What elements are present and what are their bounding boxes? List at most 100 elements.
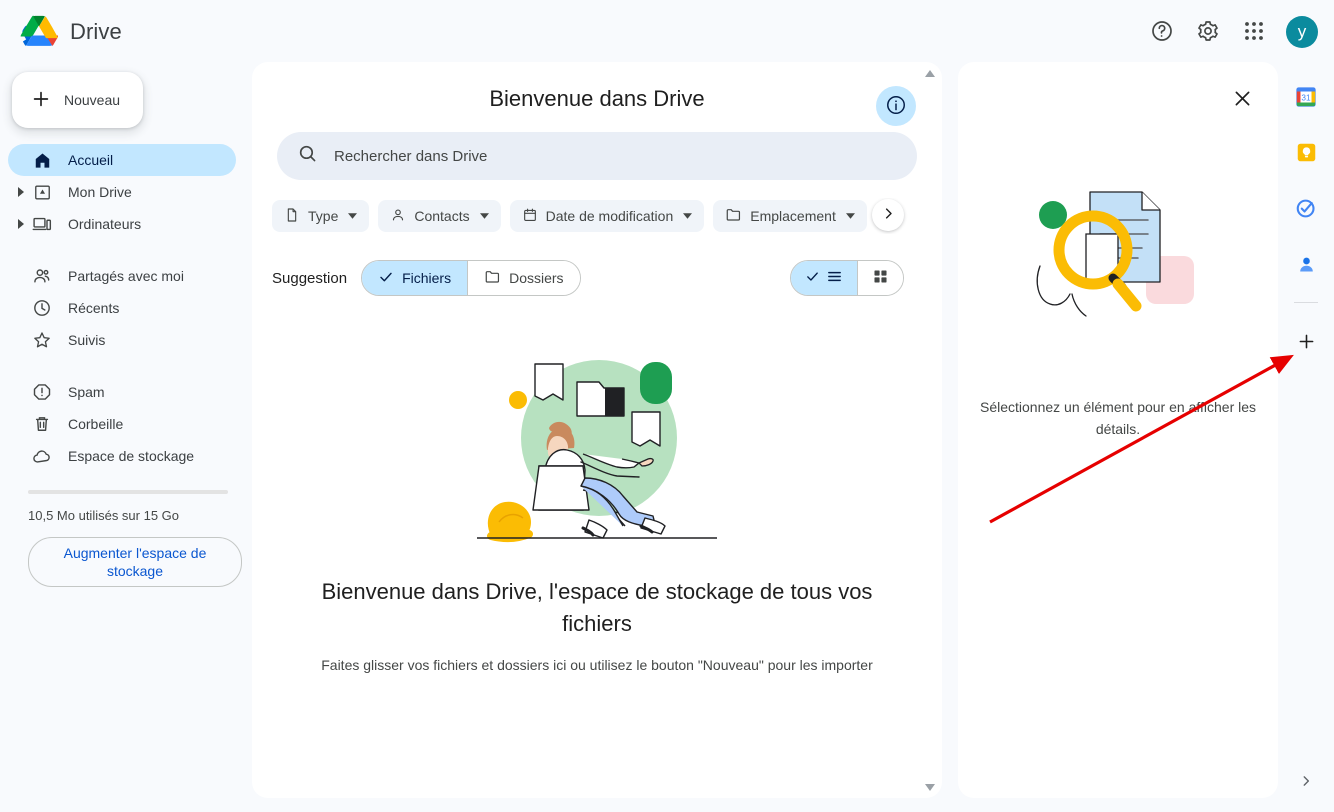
info-circle-icon (885, 94, 907, 119)
grid-view-icon (872, 268, 889, 288)
grid-view-button[interactable] (857, 261, 903, 295)
apps-grid-icon (1243, 20, 1265, 45)
calendar-icon (522, 207, 538, 226)
chip-label: Contacts (414, 208, 470, 224)
details-panel: Sélectionnez un élément pour en afficher… (958, 62, 1278, 798)
storage-usage-text: 10,5 Mo utilisés sur 15 Go (28, 508, 180, 523)
list-view-button[interactable] (791, 261, 857, 295)
search-icon (297, 143, 318, 169)
new-button-label: Nouveau (64, 92, 121, 108)
file-icon (284, 207, 300, 226)
search-box[interactable] (277, 132, 917, 180)
rail-item-calendar[interactable]: 31 (1286, 78, 1326, 118)
segment-label: Fichiers (402, 270, 452, 286)
person-with-laptop-illustration (477, 360, 717, 543)
chevron-right-icon[interactable] (16, 219, 26, 229)
info-button[interactable] (876, 86, 916, 126)
sidebar-item-partages-avec-moi[interactable]: Partagés avec moi (8, 260, 236, 292)
sidebar-secondary-group: Partagés avec moi Récents Suivis (0, 260, 252, 356)
google-tasks-icon (1296, 198, 1317, 222)
upgrade-storage-button[interactable]: Augmenter l'espace de stockage (28, 537, 242, 587)
plus-icon (30, 88, 52, 113)
empty-state-title: Bienvenue dans Drive, l'espace de stocka… (321, 579, 873, 636)
app-title: Drive (70, 19, 122, 44)
search-input[interactable] (334, 147, 897, 165)
rail-item-keep[interactable] (1286, 134, 1326, 174)
chevron-right-icon (881, 206, 896, 224)
clock-icon (32, 298, 52, 318)
check-icon (805, 269, 820, 287)
avatar[interactable]: y (1286, 16, 1318, 48)
my-drive-icon (32, 182, 52, 202)
close-details-button[interactable] (1222, 80, 1262, 120)
rail-divider (1294, 302, 1318, 303)
google-apps-button[interactable] (1234, 12, 1274, 52)
sidebar-item-accueil[interactable]: Accueil (8, 144, 236, 176)
sidebar-tertiary-group: Spam Corbeille Espace de stockage (0, 376, 252, 472)
sidebar-item-label: Accueil (68, 152, 114, 168)
sidebar-primary-group: Accueil Mon Drive Ordinateurs (0, 144, 252, 240)
settings-button[interactable] (1188, 12, 1228, 52)
check-icon (378, 269, 394, 288)
list-view-icon (826, 268, 843, 288)
plus-icon (1296, 331, 1317, 355)
rail-item-contacts[interactable] (1286, 246, 1326, 286)
empty-state-subtitle: Faites glisser vos fichiers et dossiers … (321, 657, 873, 673)
svg-text:31: 31 (1301, 93, 1311, 102)
filter-chip-type[interactable]: Type (272, 200, 370, 232)
sidebar-item-ordinateurs[interactable]: Ordinateurs (8, 208, 236, 240)
chevron-down-icon (348, 211, 358, 221)
filter-chips-row: Type Contacts Date de modification Empla… (272, 198, 922, 234)
sidebar-item-spam[interactable]: Spam (8, 376, 236, 408)
sidebar-item-label: Corbeille (68, 416, 124, 432)
page-title: Bienvenue dans Drive (489, 86, 705, 111)
gear-icon (1196, 19, 1220, 46)
sidebar-item-label: Mon Drive (68, 184, 132, 200)
folder-icon (725, 206, 742, 226)
segment-fichiers[interactable]: Fichiers (362, 261, 468, 295)
filter-chip-date-de-modification[interactable]: Date de modification (509, 200, 705, 232)
scroll-down-arrow[interactable] (923, 780, 937, 794)
chevron-down-icon (683, 211, 693, 221)
header-actions: y (1142, 12, 1318, 52)
rail-expand-button[interactable] (1288, 764, 1324, 800)
chevron-down-icon (479, 211, 489, 221)
person-icon (390, 207, 406, 226)
people-icon (32, 266, 52, 286)
segment-dossiers[interactable]: Dossiers (467, 261, 580, 295)
brand: Drive (20, 15, 122, 49)
segment-label: Dossiers (509, 270, 564, 286)
view-mode-toggle (790, 260, 904, 296)
sidebar-item-recents[interactable]: Récents (8, 292, 236, 324)
storage-progress-bar (28, 490, 228, 494)
magnifier-document-illustration (1036, 191, 1194, 317)
help-button[interactable] (1142, 12, 1182, 52)
chevron-right-icon[interactable] (16, 187, 26, 197)
sidebar-item-label: Récents (68, 300, 120, 316)
filter-chip-contacts[interactable]: Contacts (378, 200, 501, 232)
sidebar: Nouveau Accueil Mon Drive Ordinateurs Pa… (0, 64, 252, 812)
filter-chip-emplacement[interactable]: Emplacement (713, 200, 867, 232)
app-header: Drive y (0, 0, 1334, 64)
sidebar-item-label: Spam (68, 384, 105, 400)
report-icon (32, 382, 52, 402)
sidebar-item-mon-drive[interactable]: Mon Drive (8, 176, 236, 208)
sidebar-item-corbeille[interactable]: Corbeille (8, 408, 236, 440)
rail-add-button[interactable] (1286, 323, 1326, 363)
scroll-up-arrow[interactable] (923, 66, 937, 80)
sidebar-item-label: Ordinateurs (68, 216, 142, 232)
google-keep-icon (1296, 142, 1317, 166)
rail-item-tasks[interactable] (1286, 190, 1326, 230)
computer-icon (32, 214, 52, 234)
main-content-card: Bienvenue dans Drive Type (252, 62, 942, 798)
chip-label: Type (308, 208, 339, 224)
help-circle-icon (1150, 19, 1174, 46)
chip-label: Date de modification (545, 208, 674, 224)
sidebar-item-label: Partagés avec moi (68, 268, 184, 284)
sidebar-item-label: Suivis (68, 332, 106, 348)
new-button[interactable]: Nouveau (12, 72, 143, 128)
trash-icon (32, 414, 52, 434)
chips-scroll-next-button[interactable] (872, 199, 904, 231)
sidebar-item-espace-de-stockage[interactable]: Espace de stockage (8, 440, 236, 472)
sidebar-item-suivis[interactable]: Suivis (8, 324, 236, 356)
